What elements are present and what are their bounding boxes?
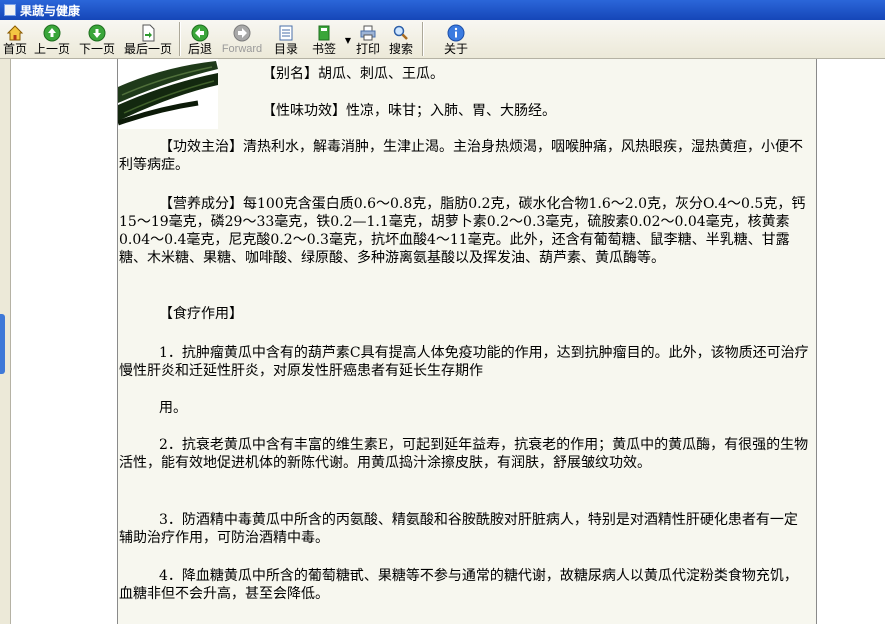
title-bar: 果蔬与健康 (0, 0, 885, 20)
document-arrow-icon (142, 24, 155, 42)
nature-paragraph: 【性味功效】性凉，味甘；入肺、胃、大肠经。 (262, 103, 556, 119)
navigation-pane (0, 59, 11, 624)
contents-button[interactable]: 目录 (267, 20, 305, 58)
toolbar-separator (179, 22, 180, 56)
alias-paragraph: 【别名】胡瓜、刺瓜、王瓜。 (262, 66, 444, 82)
last-page-button[interactable]: 最后一页 (120, 20, 176, 58)
contents-icon (279, 25, 293, 41)
about-button[interactable]: 关于 (426, 20, 486, 58)
info-icon (447, 24, 465, 42)
cucumber-image (118, 59, 218, 129)
dietary-heading: 【食疗作用】 (159, 306, 243, 322)
back-button[interactable]: 后退 (183, 20, 217, 58)
bookmark-button[interactable]: 书签 (305, 20, 343, 58)
next-page-button[interactable]: 下一页 (74, 20, 120, 58)
bookmark-dropdown-arrow[interactable]: ▼ (343, 20, 353, 45)
home-button[interactable]: 首页 (0, 20, 30, 58)
search-icon (393, 25, 408, 40)
nutrition-paragraph: 【营养成分】每100克含蛋白质0.6～0.8克，脂肪0.2克，碳水化合物1.6～… (119, 196, 806, 266)
forward-button[interactable]: Forward (217, 20, 267, 58)
toolbar-separator (422, 22, 423, 56)
print-button[interactable]: 打印 (353, 20, 383, 58)
bookmark-icon (318, 25, 330, 41)
prev-page-button[interactable]: 上一页 (30, 20, 74, 58)
dietary-item-2: 2．抗衰老黄瓜中含有丰富的维生素E，可起到延年益寿，抗衰老的作用；黄瓜中的黄瓜酶… (119, 437, 809, 471)
pane-splitter-handle[interactable] (0, 314, 5, 374)
effect-paragraph: 【功效主治】清热利水，解毒消肿，生津止渴。主治身热烦渴，咽喉肿痛，风热眼疾，湿热… (119, 139, 803, 173)
search-button[interactable]: 搜索 (383, 20, 419, 58)
toolbar: 首页 上一页 下一页 最后一页 后退 Forward 目录 书签 ▼ 打印 搜索… (0, 20, 885, 59)
dietary-item-1-continued: 用。 (159, 400, 187, 416)
dietary-item-4: 4．降血糖黄瓜中所含的葡萄糖甙、果糖等不参与通常的糖代谢，故糖尿病人以黄瓜代淀粉… (119, 568, 798, 602)
document-page: 【别名】胡瓜、刺瓜、王瓜。 【性味功效】性凉，味甘；入肺、胃、大肠经。 【功效主… (117, 59, 817, 624)
back-icon (191, 24, 209, 42)
home-icon (6, 25, 24, 41)
arrow-up-icon (43, 24, 61, 42)
window-title: 果蔬与健康 (20, 3, 81, 18)
arrow-down-icon (88, 24, 106, 42)
forward-icon (233, 24, 251, 42)
dietary-item-1: 1．抗肿瘤黄瓜中含有的葫芦素C具有提高人体免疫功能的作用，达到抗肿瘤目的。此外，… (119, 345, 809, 379)
document-view: 【别名】胡瓜、刺瓜、王瓜。 【性味功效】性凉，味甘；入肺、胃、大肠经。 【功效主… (11, 59, 885, 624)
app-icon (4, 4, 16, 16)
dietary-item-3: 3．防酒精中毒黄瓜中所含的丙氨酸、精氨酸和谷胺酰胺对肝脏病人，特别是对酒精性肝硬… (119, 512, 798, 546)
printer-icon (360, 25, 376, 41)
